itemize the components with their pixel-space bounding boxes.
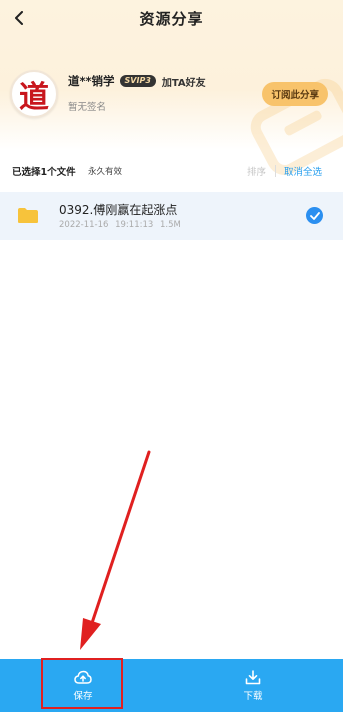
selection-bar: 已选择1个文件 永久有效 排序 取消全选 — [0, 158, 343, 184]
checkmark-icon — [309, 211, 320, 220]
page-title: 资源分享 — [139, 9, 204, 28]
save-label: 保存 — [73, 690, 93, 702]
divider — [275, 165, 276, 177]
bottom-action-bar: 保存 下载 — [0, 659, 343, 712]
file-date: 2022-11-16 — [59, 220, 109, 230]
nav-bar: 资源分享 — [0, 0, 343, 36]
add-friend-link[interactable]: 加TA好友 — [162, 74, 206, 89]
back-button[interactable] — [10, 8, 30, 28]
vip-badge: SVIP3 — [119, 75, 156, 87]
file-list-item[interactable]: 0392.傅刚赢在起涨点 2022-11-16 19:11:13 1.5M — [0, 192, 343, 240]
cloud-upload-icon — [74, 670, 92, 684]
sort-button[interactable]: 排序 — [247, 164, 266, 178]
subscribe-button[interactable]: 订阅此分享 — [262, 82, 328, 106]
profile-signature: 暂无签名 — [68, 102, 107, 113]
validity-label: 永久有效 — [88, 167, 123, 177]
download-label: 下载 — [243, 690, 263, 702]
file-time: 19:11:13 — [115, 220, 154, 230]
save-button[interactable]: 保存 — [43, 659, 123, 712]
download-button[interactable]: 下载 — [213, 659, 293, 712]
sharer-name: 道**销学 — [68, 74, 115, 88]
check-circle-icon[interactable] — [306, 207, 323, 224]
avatar[interactable]: 道 — [10, 70, 58, 118]
selected-count: 已选择1个文件 — [12, 167, 76, 178]
chevron-left-icon — [15, 11, 23, 25]
file-meta: 2022-11-16 19:11:13 1.5M — [59, 220, 181, 230]
profile-name-row: 道**销学 SVIP3 加TA好友 — [68, 73, 206, 89]
sharer-profile: 道 道**销学 SVIP3 加TA好友 暂无签名 订阅此分享 — [10, 68, 333, 120]
file-size: 1.5M — [160, 220, 181, 230]
folder-icon — [18, 208, 38, 223]
download-icon — [245, 669, 261, 684]
file-name: 0392.傅刚赢在起涨点 — [59, 203, 178, 217]
deselect-all-button[interactable]: 取消全选 — [284, 164, 322, 178]
